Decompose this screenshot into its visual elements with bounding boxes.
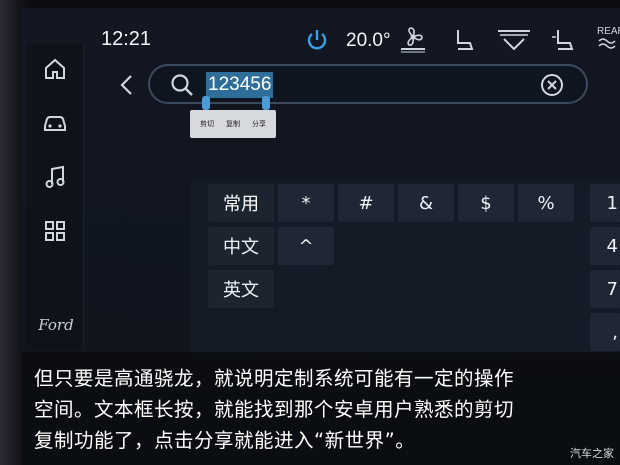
clear-icon[interactable]: [540, 73, 564, 101]
selection-handle-start[interactable]: [202, 96, 210, 110]
sidebar: Ford: [26, 44, 84, 350]
context-menu-cut[interactable]: 剪切: [200, 119, 214, 129]
context-menu-copy[interactable]: 复制: [226, 119, 240, 129]
home-icon[interactable]: [42, 56, 68, 82]
music-icon[interactable]: [42, 164, 68, 190]
apps-grid-icon[interactable]: [42, 218, 68, 244]
caption-line-3: 复制功能了，点击分享就能进入“新世界”。: [34, 429, 416, 452]
caption-line-2: 空间。文本框长按，就能找到那个安卓用户熟悉的剪切: [34, 398, 515, 421]
key-dollar[interactable]: $: [458, 184, 514, 222]
context-menu-share[interactable]: 分享: [252, 119, 266, 129]
category-english[interactable]: 英文: [208, 270, 274, 308]
key-hash[interactable]: #: [338, 184, 394, 222]
seat-cool-icon[interactable]: [550, 26, 576, 54]
clock: 12:21: [101, 28, 152, 50]
key-7[interactable]: 7: [590, 270, 620, 308]
back-button[interactable]: [114, 70, 138, 100]
symbol-keyboard: 常用 中文 英文 * # & $ % 1 ^ 4 7 ,: [190, 180, 620, 356]
context-menu: 剪切 复制 分享: [190, 110, 276, 138]
temperature-readout[interactable]: 20.0°: [346, 30, 391, 52]
search-icon: [170, 73, 194, 101]
fan-icon[interactable]: [398, 26, 428, 54]
rear-label: REAR: [597, 26, 620, 37]
key-comma[interactable]: ,: [590, 313, 620, 351]
rear-defrost-icon[interactable]: REAR: [597, 26, 620, 54]
caption-line-1: 但只要是高通骁龙，就说明定制系统可能有一定的操作: [34, 367, 515, 390]
key-1[interactable]: 1: [590, 184, 620, 222]
key-ampersand[interactable]: &: [398, 184, 454, 222]
watermark: 汽车之家: [570, 447, 614, 460]
car-icon[interactable]: [42, 110, 68, 136]
key-caret[interactable]: ^: [278, 227, 334, 265]
key-4[interactable]: 4: [590, 227, 620, 265]
caption-overlay: 但只要是高通骁龙，就说明定制系统可能有一定的操作 空间。文本框长按，就能找到那个…: [22, 352, 620, 465]
brand-logo: Ford: [38, 316, 74, 334]
power-icon[interactable]: [306, 26, 328, 54]
search-input[interactable]: 123456: [206, 72, 274, 98]
key-asterisk[interactable]: *: [278, 184, 334, 222]
category-common[interactable]: 常用: [208, 184, 274, 222]
defrost-icon[interactable]: [496, 26, 532, 54]
selection-handle-end[interactable]: [262, 96, 270, 110]
category-chinese[interactable]: 中文: [208, 227, 274, 265]
key-percent[interactable]: %: [518, 184, 574, 222]
search-field[interactable]: 123456: [148, 64, 588, 110]
seat-heat-icon[interactable]: [452, 26, 476, 54]
